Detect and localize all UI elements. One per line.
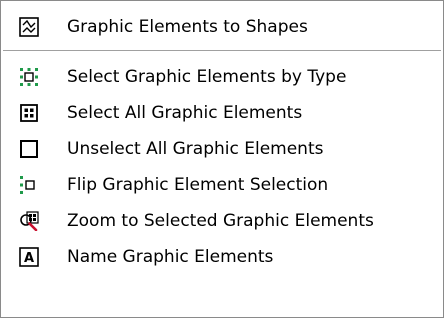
zoom-to-selected-icon — [19, 211, 39, 231]
menu-item-label: Zoom to Selected Graphic Elements — [67, 211, 374, 231]
graphic-to-shapes-icon — [19, 17, 39, 37]
name-elements-icon-glyph: A — [24, 251, 34, 266]
unselect-all-icon — [19, 139, 39, 159]
menu-item-label: Select All Graphic Elements — [67, 103, 303, 123]
menu-item-select-by-type[interactable]: Select Graphic Elements by Type — [1, 59, 443, 95]
menu-item-label: Unselect All Graphic Elements — [67, 139, 324, 159]
menu-item-unselect-all[interactable]: Unselect All Graphic Elements — [1, 131, 443, 167]
menu-item-label: Graphic Elements to Shapes — [67, 17, 308, 37]
menu-item-name-graphic-elements[interactable]: A Name Graphic Elements — [1, 239, 443, 275]
menu-separator — [3, 50, 441, 52]
name-elements-icon: A — [19, 247, 39, 267]
menu-item-graphic-elements-to-shapes[interactable]: Graphic Elements to Shapes — [1, 9, 443, 45]
menu-item-label: Select Graphic Elements by Type — [67, 67, 347, 87]
flip-selection-icon — [19, 175, 39, 195]
menu-item-zoom-to-selected[interactable]: Zoom to Selected Graphic Elements — [1, 203, 443, 239]
menu-item-label: Name Graphic Elements — [67, 247, 274, 267]
menu-item-select-all[interactable]: Select All Graphic Elements — [1, 95, 443, 131]
menu-item-label: Flip Graphic Element Selection — [67, 175, 329, 195]
select-by-type-icon — [19, 67, 39, 87]
graphic-elements-context-menu: Graphic Elements to Shapes Select Graphi… — [0, 0, 444, 318]
menu-item-flip-selection[interactable]: Flip Graphic Element Selection — [1, 167, 443, 203]
select-all-icon — [19, 103, 39, 123]
